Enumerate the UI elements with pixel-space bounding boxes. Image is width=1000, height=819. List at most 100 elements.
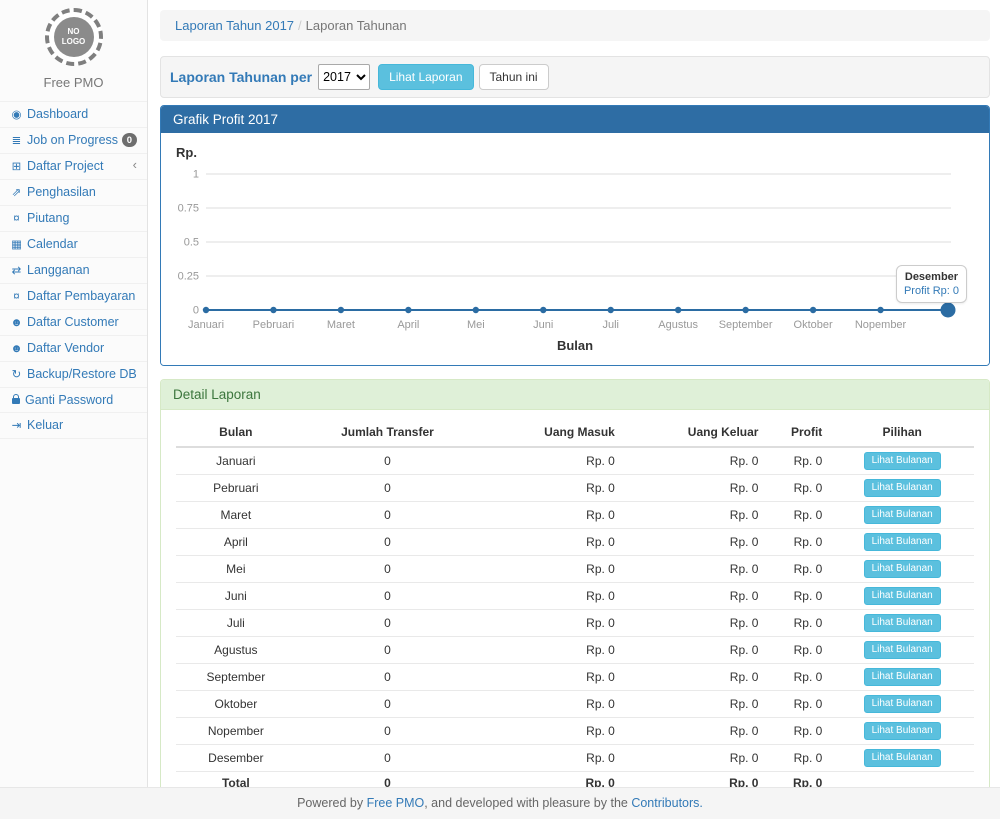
cell-profit: Rp. 0	[766, 529, 830, 556]
cell-profit: Rp. 0	[766, 610, 830, 637]
langganan-icon: ⇄	[9, 264, 24, 278]
cell-bulan: Nopember	[176, 718, 296, 745]
cell-jumlah-transfer: 0	[296, 745, 480, 772]
cell-bulan: Mei	[176, 556, 296, 583]
data-point-desember	[941, 303, 956, 318]
cell-jumlah-transfer: 0	[296, 502, 480, 529]
cell-jumlah-transfer: 0	[296, 610, 480, 637]
cell-uang-keluar: Rp. 0	[623, 691, 767, 718]
no-logo-badge: NO LOGO	[45, 8, 103, 66]
sidebar-item-daftar-project[interactable]: ⊞Daftar Project‹	[0, 153, 147, 179]
data-point-april	[405, 307, 411, 313]
detail-panel-body: BulanJumlah TransferUang MasukUang Kelua…	[161, 410, 989, 787]
cell-bulan: Pebruari	[176, 475, 296, 502]
chevron-left-icon: ‹	[133, 158, 137, 172]
cell-pilihan: Lihat Bulanan	[830, 502, 974, 529]
lihat-bulanan-button-januari[interactable]: Lihat Bulanan	[864, 452, 941, 470]
cell-uang-masuk: Rp. 0	[479, 502, 623, 529]
tahun-ini-button[interactable]: Tahun ini	[479, 64, 549, 90]
total-cell-uang-keluar: Rp. 0	[623, 772, 767, 788]
penghasilan-icon: ⇗	[9, 186, 24, 200]
dashboard-icon: ◉	[9, 108, 24, 122]
lihat-laporan-button[interactable]: Lihat Laporan	[378, 64, 473, 90]
sidebar-item-ganti-password[interactable]: Ganti Password	[0, 387, 147, 412]
lihat-bulanan-button-mei[interactable]: Lihat Bulanan	[864, 560, 941, 578]
sidebar-item-keluar[interactable]: ⇥Keluar	[0, 412, 147, 439]
total-cell-jumlah-transfer: 0	[296, 772, 480, 788]
sidebar-item-calendar[interactable]: ▦Calendar	[0, 231, 147, 257]
cell-pilihan: Lihat Bulanan	[830, 691, 974, 718]
x-tick-label: September	[719, 319, 773, 331]
piutang-icon: ¤	[9, 212, 24, 226]
y-tick-label: 0	[193, 305, 199, 317]
lihat-bulanan-button-agustus[interactable]: Lihat Bulanan	[864, 641, 941, 659]
report-table-header-row: BulanJumlah TransferUang MasukUang Kelua…	[176, 418, 974, 447]
lihat-bulanan-button-desember[interactable]: Lihat Bulanan	[864, 749, 941, 767]
footer-link-free-pmo[interactable]: Free PMO	[367, 796, 425, 810]
year-select[interactable]: 2017	[318, 64, 370, 90]
column-header-jumlah-transfer: Jumlah Transfer	[296, 418, 480, 447]
job-count-badge: 0	[122, 133, 137, 147]
sidebar-item-label: Daftar Vendor	[27, 341, 104, 355]
cell-bulan: Maret	[176, 502, 296, 529]
cell-uang-keluar: Rp. 0	[623, 745, 767, 772]
x-tick-label: Maret	[327, 319, 355, 331]
cell-jumlah-transfer: 0	[296, 664, 480, 691]
cell-profit: Rp. 0	[766, 718, 830, 745]
lihat-bulanan-button-nopember[interactable]: Lihat Bulanan	[864, 722, 941, 740]
sidebar-item-label: Penghasilan	[27, 185, 96, 199]
footer-link-contributors[interactable]: Contributors.	[631, 796, 703, 810]
cell-jumlah-transfer: 0	[296, 718, 480, 745]
sidebar-item-job-on-progress[interactable]: ≣Job on Progress0	[0, 127, 147, 153]
cell-profit: Rp. 0	[766, 691, 830, 718]
chart-y-axis-unit: Rp.	[176, 145, 974, 160]
x-tick-label: Juli	[602, 319, 619, 331]
cell-pilihan: Lihat Bulanan	[830, 637, 974, 664]
lihat-bulanan-button-maret[interactable]: Lihat Bulanan	[864, 506, 941, 524]
x-tick-label: Oktober	[794, 319, 833, 331]
sidebar-item-backup-restore-db[interactable]: ↻Backup/Restore DB	[0, 361, 147, 387]
sidebar-item-label: Dashboard	[27, 107, 88, 121]
data-point-januari	[203, 307, 209, 313]
cell-uang-keluar: Rp. 0	[623, 583, 767, 610]
breadcrumb-link-laporan-tahun[interactable]: Laporan Tahun 2017	[175, 18, 294, 33]
cell-bulan: Januari	[176, 447, 296, 475]
daftar-customer-icon: ☻	[9, 316, 24, 330]
sidebar-item-penghasilan[interactable]: ⇗Penghasilan	[0, 179, 147, 205]
sidebar-item-piutang[interactable]: ¤Piutang	[0, 205, 147, 231]
cell-bulan: Oktober	[176, 691, 296, 718]
lihat-bulanan-button-april[interactable]: Lihat Bulanan	[864, 533, 941, 551]
table-row-total: Total0Rp. 0Rp. 0Rp. 0	[176, 772, 974, 788]
data-point-nopember	[877, 307, 883, 313]
cell-pilihan: Lihat Bulanan	[830, 664, 974, 691]
cell-uang-keluar: Rp. 0	[623, 610, 767, 637]
lihat-bulanan-button-oktober[interactable]: Lihat Bulanan	[864, 695, 941, 713]
daftar-pembayaran-icon: ¤	[9, 290, 24, 304]
footer-text-middle: , and developed with pleasure by the	[424, 796, 631, 810]
lihat-bulanan-button-september[interactable]: Lihat Bulanan	[864, 668, 941, 686]
footer-text-prefix: Powered by	[297, 796, 366, 810]
sidebar-item-daftar-vendor[interactable]: ☻Daftar Vendor	[0, 335, 147, 361]
backup-restore-icon: ↻	[9, 368, 24, 382]
lihat-bulanan-button-pebruari[interactable]: Lihat Bulanan	[864, 479, 941, 497]
table-row-juli: Juli0Rp. 0Rp. 0Rp. 0Lihat Bulanan	[176, 610, 974, 637]
breadcrumb: Laporan Tahun 2017/Laporan Tahunan	[160, 10, 990, 41]
sidebar: NO LOGO Free PMO ◉Dashboard≣Job on Progr…	[0, 0, 148, 787]
lihat-bulanan-button-juli[interactable]: Lihat Bulanan	[864, 614, 941, 632]
breadcrumb-current: Laporan Tahunan	[306, 18, 407, 33]
sidebar-item-daftar-pembayaran[interactable]: ¤Daftar Pembayaran	[0, 283, 147, 309]
daftar-project-icon: ⊞	[9, 160, 24, 174]
sidebar-item-langganan[interactable]: ⇄Langganan	[0, 257, 147, 283]
detail-report-panel: Detail Laporan BulanJumlah TransferUang …	[160, 379, 990, 787]
sidebar-item-daftar-customer[interactable]: ☻Daftar Customer	[0, 309, 147, 335]
sidebar-item-label: Ganti Password	[25, 393, 113, 407]
lihat-bulanan-button-juni[interactable]: Lihat Bulanan	[864, 587, 941, 605]
chart-tooltip: Desember Profit Rp: 0	[896, 265, 967, 303]
sidebar-item-dashboard[interactable]: ◉Dashboard	[0, 101, 147, 127]
cell-bulan: Desember	[176, 745, 296, 772]
no-logo-text: NO LOGO	[54, 17, 94, 57]
sidebar-menu: ◉Dashboard≣Job on Progress0⊞Daftar Proje…	[0, 101, 147, 439]
cell-bulan: April	[176, 529, 296, 556]
data-point-juli	[608, 307, 614, 313]
table-row-nopember: Nopember0Rp. 0Rp. 0Rp. 0Lihat Bulanan	[176, 718, 974, 745]
